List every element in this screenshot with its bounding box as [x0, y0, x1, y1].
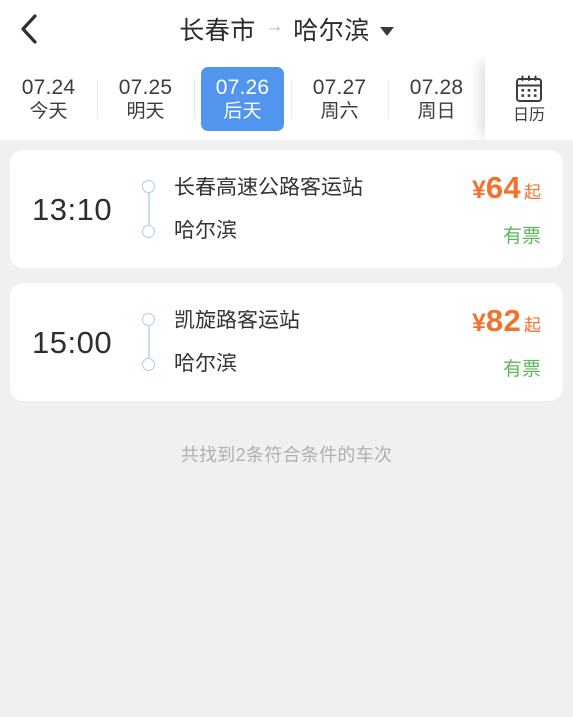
station-names: 凯旋路客运站 哈尔滨	[174, 310, 472, 374]
date-tab-label: 后天	[223, 100, 262, 122]
origin-station: 凯旋路客运站	[174, 310, 300, 331]
date-tab-label: 周日	[417, 100, 456, 122]
back-button[interactable]	[0, 0, 58, 58]
price: ¥ 82 起	[472, 305, 541, 336]
date-tab-date: 07.26	[215, 75, 270, 99]
origin-dot-icon	[142, 180, 155, 193]
date-strip-container: 07.24 今天 07.25 明天 07.26 后天 07.27 周六 07.2…	[0, 58, 573, 140]
caret-down-icon[interactable]	[379, 26, 394, 36]
date-tab-0724[interactable]: 07.24 今天	[0, 58, 97, 140]
route-arrow-icon: →	[264, 16, 285, 37]
currency-symbol: ¥	[472, 309, 486, 337]
calendar-icon	[514, 74, 544, 104]
date-tab-label: 明天	[126, 100, 165, 122]
departure-time: 13:10	[32, 191, 113, 227]
results-list: 13:10 长春高速公路客运站 哈尔滨 ¥ 64 起 有票 15:00 凯旋路客…	[0, 140, 573, 717]
date-tab-0727[interactable]: 07.27 周六	[291, 58, 388, 140]
currency-symbol: ¥	[472, 176, 486, 204]
app-header: 长春市 → 哈尔滨	[0, 0, 573, 58]
destination-station: 哈尔滨	[174, 353, 237, 374]
destination-station: 哈尔滨	[174, 220, 237, 241]
timeline-connector	[148, 326, 150, 358]
date-tab-date: 07.27	[312, 75, 367, 99]
date-tab-date: 07.24	[21, 75, 76, 99]
departure-time: 15:00	[32, 324, 113, 360]
timeline-connector	[148, 193, 150, 225]
date-tab-date: 07.25	[118, 75, 173, 99]
calendar-button[interactable]: 日历	[485, 58, 573, 140]
route-timeline-icon	[140, 173, 158, 245]
status-badge: 有票	[502, 226, 541, 247]
date-tab-0725[interactable]: 07.25 明天	[97, 58, 194, 140]
date-tab-date: 07.28	[409, 75, 464, 99]
price-value: 82	[485, 303, 521, 338]
date-tab-0726[interactable]: 07.26 后天	[194, 58, 291, 140]
price: ¥ 64 起	[472, 172, 541, 203]
results-count-footer: 共找到2条符合条件的车次	[180, 445, 393, 465]
origin-city: 长春市	[179, 17, 256, 45]
route-title[interactable]: 长春市 → 哈尔滨	[0, 11, 573, 47]
bus-schedule-screen: 长春市 → 哈尔滨 07.24 今天 07.25 明天 07.26 后天 07.…	[0, 0, 573, 717]
date-tab-label: 今天	[29, 100, 68, 122]
origin-dot-icon	[142, 313, 155, 326]
price-value: 64	[485, 170, 521, 205]
price-and-status: ¥ 82 起 有票	[472, 305, 545, 379]
station-names: 长春高速公路客运站 哈尔滨	[174, 177, 472, 241]
calendar-button-label: 日历	[512, 107, 545, 124]
destination-dot-icon	[142, 225, 155, 238]
destination-dot-icon	[142, 358, 155, 371]
origin-station: 长春高速公路客运站	[174, 177, 363, 198]
price-suffix: 起	[524, 183, 541, 202]
date-tab-0728[interactable]: 07.28 周日	[388, 58, 485, 140]
schedule-card[interactable]: 15:00 凯旋路客运站 哈尔滨 ¥ 82 起 有票	[10, 283, 563, 401]
chevron-left-icon	[19, 13, 39, 45]
schedule-card[interactable]: 13:10 长春高速公路客运站 哈尔滨 ¥ 64 起 有票	[10, 150, 563, 268]
destination-city: 哈尔滨	[293, 17, 370, 45]
price-and-status: ¥ 64 起 有票	[472, 172, 545, 246]
date-tab-label: 周六	[320, 100, 359, 122]
route-timeline-icon	[140, 306, 158, 378]
price-suffix: 起	[524, 316, 541, 335]
status-badge: 有票	[502, 359, 541, 380]
